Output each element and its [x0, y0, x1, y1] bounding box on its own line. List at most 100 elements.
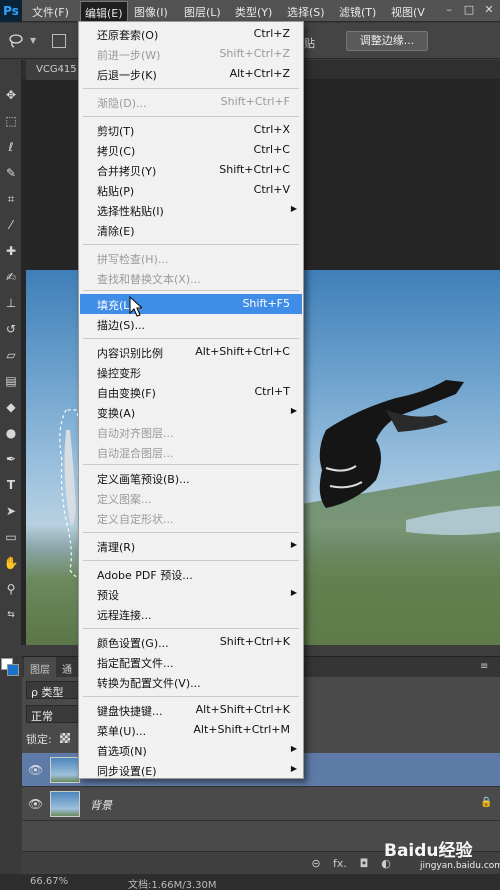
- menu-item-keyboard-shortcuts[interactable]: 键盘快捷键... Alt+Shift+Ctrl+K: [80, 700, 302, 720]
- menu-edit[interactable]: 编辑(E): [80, 1, 128, 22]
- menu-item-undo[interactable]: 还原套索(O) Ctrl+Z: [80, 24, 302, 44]
- layer-row[interactable]: 👁 背景 🔒: [22, 787, 500, 821]
- panel-menu-icon[interactable]: ≡: [480, 661, 494, 673]
- menu-item-auto-align-layers[interactable]: 自动对齐图层...: [80, 422, 302, 442]
- menu-item-step-forward[interactable]: 前进一步(W) Shift+Ctrl+Z: [80, 44, 302, 64]
- menu-item-cut[interactable]: 剪切(T) Ctrl+X: [80, 120, 302, 140]
- refine-edge-button[interactable]: 调整边缘...: [346, 31, 428, 51]
- menu-separator: [83, 338, 299, 339]
- eyedropper-tool-icon[interactable]: ⁄: [2, 216, 20, 234]
- document-info: 文档:1.66M/3.30M: [128, 880, 217, 890]
- close-button[interactable]: ✕: [482, 3, 496, 17]
- link-icon[interactable]: ⊝: [308, 856, 324, 872]
- menu-item-convert-profile[interactable]: 转换为配置文件(V)...: [80, 672, 302, 692]
- background-color-swatch[interactable]: [7, 664, 19, 676]
- menu-bar: Ps 文件(F) 编辑(E) 图像(I) 图层(L) 类型(Y) 选择(S) 滤…: [0, 0, 500, 22]
- menu-item-copy[interactable]: 拷贝(C) Ctrl+C: [80, 140, 302, 160]
- fx-icon[interactable]: fx.: [332, 856, 348, 872]
- brush-tool-icon[interactable]: ✍: [2, 268, 20, 286]
- dodge-tool-icon[interactable]: ●: [2, 424, 20, 442]
- marquee-tool-icon[interactable]: ⬚: [2, 112, 20, 130]
- edit-menu-dropdown: 还原套索(O) Ctrl+Z 前进一步(W) Shift+Ctrl+Z 后退一步(K…: [78, 21, 304, 779]
- menu-item-color-settings[interactable]: 颜色设置(G)... Shift+Ctrl+K: [80, 632, 302, 652]
- menu-item-free-transform[interactable]: 自由变换(F) Ctrl+T: [80, 382, 302, 402]
- minimize-button[interactable]: –: [442, 3, 456, 17]
- menu-item-remote-connections[interactable]: 远程连接...: [80, 604, 302, 624]
- menu-item-assign-profile[interactable]: 指定配置文件...: [80, 652, 302, 672]
- blur-tool-icon[interactable]: ◆: [2, 398, 20, 416]
- maximize-button[interactable]: □: [462, 3, 476, 17]
- menu-separator: [83, 628, 299, 629]
- stamp-tool-icon[interactable]: ⊥: [2, 294, 20, 312]
- menu-separator: [83, 290, 299, 291]
- menu-separator: [83, 88, 299, 89]
- menu-item-transform[interactable]: 变换(A) ▶: [80, 402, 302, 422]
- lock-label: 锁定:: [26, 733, 52, 746]
- mouse-cursor-icon: [129, 296, 144, 317]
- menu-layer[interactable]: 图层(L): [184, 4, 221, 20]
- swap-colors-icon[interactable]: ⇆: [2, 606, 20, 624]
- menu-item-find-replace[interactable]: 查找和替换文本(X)...: [80, 268, 302, 288]
- hand-tool-icon[interactable]: ✋: [2, 554, 20, 572]
- watermark-url: jingyan.baidu.com: [420, 861, 500, 871]
- menu-item-define-pattern[interactable]: 定义图案...: [80, 488, 302, 508]
- menu-item-define-brush[interactable]: 定义画笔预设(B)...: [80, 468, 302, 488]
- zoom-level[interactable]: 66.67%: [30, 876, 68, 887]
- move-tool-icon[interactable]: ✥: [2, 86, 20, 104]
- menu-select[interactable]: 选择(S): [287, 4, 325, 20]
- menu-item-fade[interactable]: 渐隐(D)... Shift+Ctrl+F: [80, 92, 302, 112]
- tab-channels[interactable]: 通: [56, 657, 78, 677]
- path-select-tool-icon[interactable]: ➤: [2, 502, 20, 520]
- menu-type[interactable]: 类型(Y): [235, 4, 272, 20]
- menu-filter[interactable]: 滤镜(T): [339, 4, 376, 20]
- lasso-icon[interactable]: [8, 33, 24, 49]
- eye-icon[interactable]: 👁: [28, 797, 43, 811]
- lock-transparency-icon[interactable]: [60, 733, 70, 743]
- menu-item-puppet-warp[interactable]: 操控变形: [80, 362, 302, 382]
- menu-item-paste-special[interactable]: 选择性粘贴(I) ▶: [80, 200, 302, 220]
- type-tool-icon[interactable]: T: [2, 476, 20, 494]
- eye-icon[interactable]: 👁: [28, 763, 43, 777]
- gradient-tool-icon[interactable]: ▤: [2, 372, 20, 390]
- pen-tool-icon[interactable]: ✒: [2, 450, 20, 468]
- menu-item-pdf-presets[interactable]: Adobe PDF 预设...: [80, 564, 302, 584]
- status-bar: 66.67% 文档:1.66M/3.30M: [0, 874, 500, 890]
- menu-view[interactable]: 视图(V: [391, 4, 425, 20]
- menu-item-stroke[interactable]: 描边(S)...: [80, 314, 302, 334]
- lasso-tool-icon[interactable]: ℓ: [2, 138, 20, 156]
- healing-tool-icon[interactable]: ✚: [2, 242, 20, 260]
- zoom-tool-icon[interactable]: ⚲: [2, 580, 20, 598]
- menu-item-spell-check[interactable]: 拼写检查(H)...: [80, 248, 302, 268]
- tab-layers[interactable]: 图层: [24, 657, 56, 677]
- menu-item-purge[interactable]: 清理(R) ▶: [80, 536, 302, 556]
- menu-item-auto-blend-layers[interactable]: 自动混合图层...: [80, 442, 302, 462]
- menu-separator: [83, 560, 299, 561]
- eraser-tool-icon[interactable]: ▱: [2, 346, 20, 364]
- history-brush-tool-icon[interactable]: ↺: [2, 320, 20, 338]
- shape-tool-icon[interactable]: ▭: [2, 528, 20, 546]
- quick-select-tool-icon[interactable]: ✎: [2, 164, 20, 182]
- menu-item-clear[interactable]: 清除(E): [80, 220, 302, 240]
- mask-icon[interactable]: ◘: [356, 856, 372, 872]
- menu-item-copy-merged[interactable]: 合并拷贝(Y) Shift+Ctrl+C: [80, 160, 302, 180]
- menu-file[interactable]: 文件(F): [32, 4, 69, 20]
- submenu-arrow-icon: ▶: [290, 764, 297, 773]
- menu-item-fill[interactable]: 填充(L)... Shift+F5: [80, 294, 302, 314]
- chevron-down-icon[interactable]: ▼: [30, 36, 36, 45]
- menu-item-define-custom-shape[interactable]: 定义自定形状...: [80, 508, 302, 528]
- new-selection-icon[interactable]: [52, 34, 66, 48]
- watermark-text: Baidu经验: [384, 841, 473, 861]
- menu-separator: [83, 696, 299, 697]
- layer-name: 背景: [90, 799, 112, 812]
- menu-item-presets[interactable]: 预设 ▶: [80, 584, 302, 604]
- menu-item-preferences[interactable]: 首选项(N) ▶: [80, 740, 302, 760]
- menu-item-content-aware-scale[interactable]: 内容识别比例 Alt+Shift+Ctrl+C: [80, 342, 302, 362]
- menu-image[interactable]: 图像(I): [134, 4, 168, 20]
- menu-item-menus[interactable]: 菜单(U)... Alt+Shift+Ctrl+M: [80, 720, 302, 740]
- crop-tool-icon[interactable]: ⌗: [2, 190, 20, 208]
- menu-item-sync-settings[interactable]: 同步设置(E) ▶: [80, 760, 302, 780]
- submenu-arrow-icon: ▶: [290, 540, 297, 549]
- menu-item-paste[interactable]: 粘贴(P) Ctrl+V: [80, 180, 302, 200]
- menu-separator: [83, 464, 299, 465]
- menu-item-step-backward[interactable]: 后退一步(K) Alt+Ctrl+Z: [80, 64, 302, 84]
